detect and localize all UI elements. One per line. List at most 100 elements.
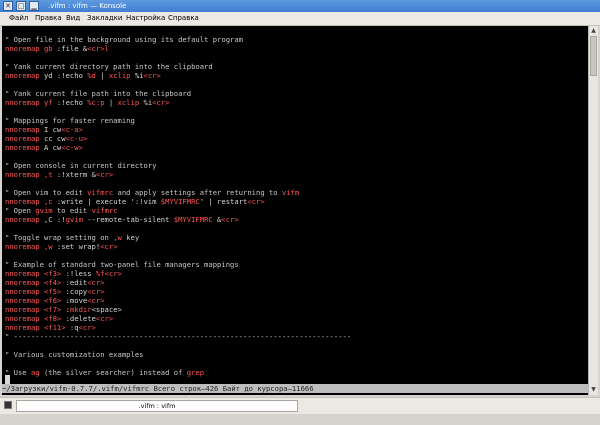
scroll-up-icon[interactable]: ▲	[589, 26, 598, 36]
terminal-line: " Yank current file path into the clipbo…	[5, 89, 191, 98]
line-segment: ,t	[43, 170, 53, 179]
terminal-line: " Use ag (the silver searcher) instead o…	[5, 368, 204, 377]
line-segment: :q	[65, 323, 79, 332]
line-segment: " Use	[5, 368, 31, 377]
vifm-status-line: ~/Загрузки/vifm-0.7.7/.vifm/vifmrc Всего…	[2, 384, 588, 393]
line-segment: <cr>	[87, 296, 105, 305]
maximize-icon[interactable]: □	[16, 1, 26, 11]
line-segment: |	[104, 98, 118, 107]
line-segment: <f3>	[43, 269, 62, 278]
line-segment: ag	[30, 368, 40, 377]
line-segment: <cr>	[78, 323, 96, 332]
terminal-line: nnoremap <f11> :q<cr>	[5, 323, 96, 332]
window-bottom-edge	[0, 414, 600, 425]
line-segment: " Example of standard two-panel file man…	[5, 260, 239, 269]
line-segment: nnoremap	[5, 143, 44, 152]
window-titlebar: ✕ □ ▁ .vifm : vifm — Konsole	[0, 0, 600, 12]
line-segment: <cr>	[87, 44, 105, 53]
line-segment: vifmrc	[87, 188, 114, 197]
terminal-line: " Open vim to edit vifmrc and apply sett…	[5, 188, 299, 197]
line-segment: nnoremap	[5, 314, 44, 323]
line-segment: nnoremap	[5, 242, 44, 251]
terminal-line: " Open console in current directory	[5, 161, 156, 170]
line-segment: <cr>	[143, 71, 161, 80]
line-segment: nnoremap	[5, 323, 44, 332]
line-segment: xclip	[108, 71, 131, 80]
line-segment: %c:p	[87, 98, 105, 107]
line-segment: :!less	[61, 269, 96, 278]
line-segment: <cr>	[221, 215, 239, 224]
line-segment: " Various customization examples	[5, 350, 144, 359]
line-segment: nnoremap	[5, 215, 44, 224]
line-segment: grep	[186, 368, 205, 377]
line-segment: nnoremap	[5, 287, 44, 296]
line-segment: :write | execute ':!vim	[52, 197, 161, 206]
menu-view[interactable]: Вид	[66, 12, 80, 25]
terminal-line: nnoremap cc cw<c-u>	[5, 134, 87, 143]
line-segment: <cr>	[87, 287, 105, 296]
terminal-line: " Yank current directory path into the c…	[5, 62, 213, 71]
terminal-line: " Various customization examples	[5, 350, 143, 359]
scroll-down-icon[interactable]: ▼	[589, 385, 598, 395]
terminal-line: nnoremap ,C :!gvim --remote-tab-silent $…	[5, 215, 239, 224]
terminal-line: nnoremap <f8> :delete<cr>	[5, 314, 113, 323]
line-segment: <space>	[91, 305, 122, 314]
line-segment: l	[104, 44, 109, 53]
line-segment: " Open vim to edit	[5, 188, 88, 197]
line-segment: and apply settings after returning to	[113, 188, 282, 197]
line-segment: nnoremap	[5, 98, 44, 107]
line-segment: ,w	[113, 233, 122, 242]
line-segment: :edit	[61, 278, 88, 287]
line-segment: --remote-tab-silent	[82, 215, 174, 224]
line-segment: |	[95, 71, 109, 80]
line-segment: <f6>	[43, 296, 62, 305]
terminal-line: " Open gvim to edit vifmrc	[5, 206, 118, 215]
menu-bookmarks[interactable]: Закладки	[87, 12, 122, 25]
terminal-line: nnoremap A cw<c-w>	[5, 143, 83, 152]
close-icon[interactable]: ✕	[3, 1, 13, 11]
menu-help[interactable]: Справка	[168, 12, 199, 25]
line-segment: nnoremap	[5, 170, 44, 179]
line-segment: <f5>	[43, 287, 62, 296]
line-segment: yf	[43, 98, 53, 107]
line-segment: gb	[43, 44, 53, 53]
line-segment: to edit	[52, 206, 92, 215]
line-segment: I cw	[43, 125, 62, 134]
line-segment: <cr>	[100, 242, 118, 251]
line-segment: :set wrap!	[52, 242, 101, 251]
menu-file[interactable]: Файл	[9, 12, 28, 25]
terminal-line: nnoremap I cw<c-a>	[5, 125, 83, 134]
line-segment: nnoremap	[5, 278, 44, 287]
terminal-line: nnoremap <f7> :mkdir<space>	[5, 305, 122, 314]
line-segment: <c-u>	[65, 134, 88, 143]
terminal-line: nnoremap <f6> :move<cr>	[5, 296, 105, 305]
terminal-icon	[4, 401, 12, 409]
line-segment: nnoremap	[5, 44, 44, 53]
menu-edit[interactable]: Правка	[35, 12, 62, 25]
line-segment: <c-w>	[61, 143, 83, 152]
menu-bar: Файл Правка Вид Закладки Настройка Справ…	[0, 12, 600, 26]
terminal-line: nnoremap yf :!echo %c:p | xclip %i<cr>	[5, 98, 169, 107]
tab-vifm[interactable]: .vifm : vifm	[16, 400, 298, 412]
line-segment: ,w	[43, 242, 53, 251]
line-segment: <cr>	[87, 278, 105, 287]
line-segment: :!xterm &	[52, 170, 96, 179]
terminal-view[interactable]: ~/Загрузки/vifm-0.7.7/.vifm/vifmrc Всего…	[2, 26, 588, 395]
scrollbar-thumb[interactable]	[590, 36, 597, 76]
line-segment: <f4>	[43, 278, 62, 287]
line-segment: <cr>	[247, 197, 265, 206]
line-segment: " Yank current file path into the clipbo…	[5, 89, 192, 98]
terminal-scrollbar[interactable]: ▲ ▼	[588, 26, 598, 395]
line-segment: vifm	[281, 188, 300, 197]
menu-settings[interactable]: Настройка	[126, 12, 165, 25]
line-segment: " Yank current directory path into the c…	[5, 62, 213, 71]
line-segment: cc cw	[43, 134, 66, 143]
line-segment: (the silver searcher) instead of	[39, 368, 187, 377]
line-segment: <cr>	[104, 269, 122, 278]
line-segment: nnoremap	[5, 296, 44, 305]
terminal-line: " Mappings for faster renaming	[5, 116, 135, 125]
line-segment: gvim	[65, 215, 83, 224]
terminal-line: nnoremap gb :file &<cr>l	[5, 44, 109, 53]
line-segment: mkdir	[69, 305, 92, 314]
minimize-icon[interactable]: ▁	[29, 1, 39, 11]
